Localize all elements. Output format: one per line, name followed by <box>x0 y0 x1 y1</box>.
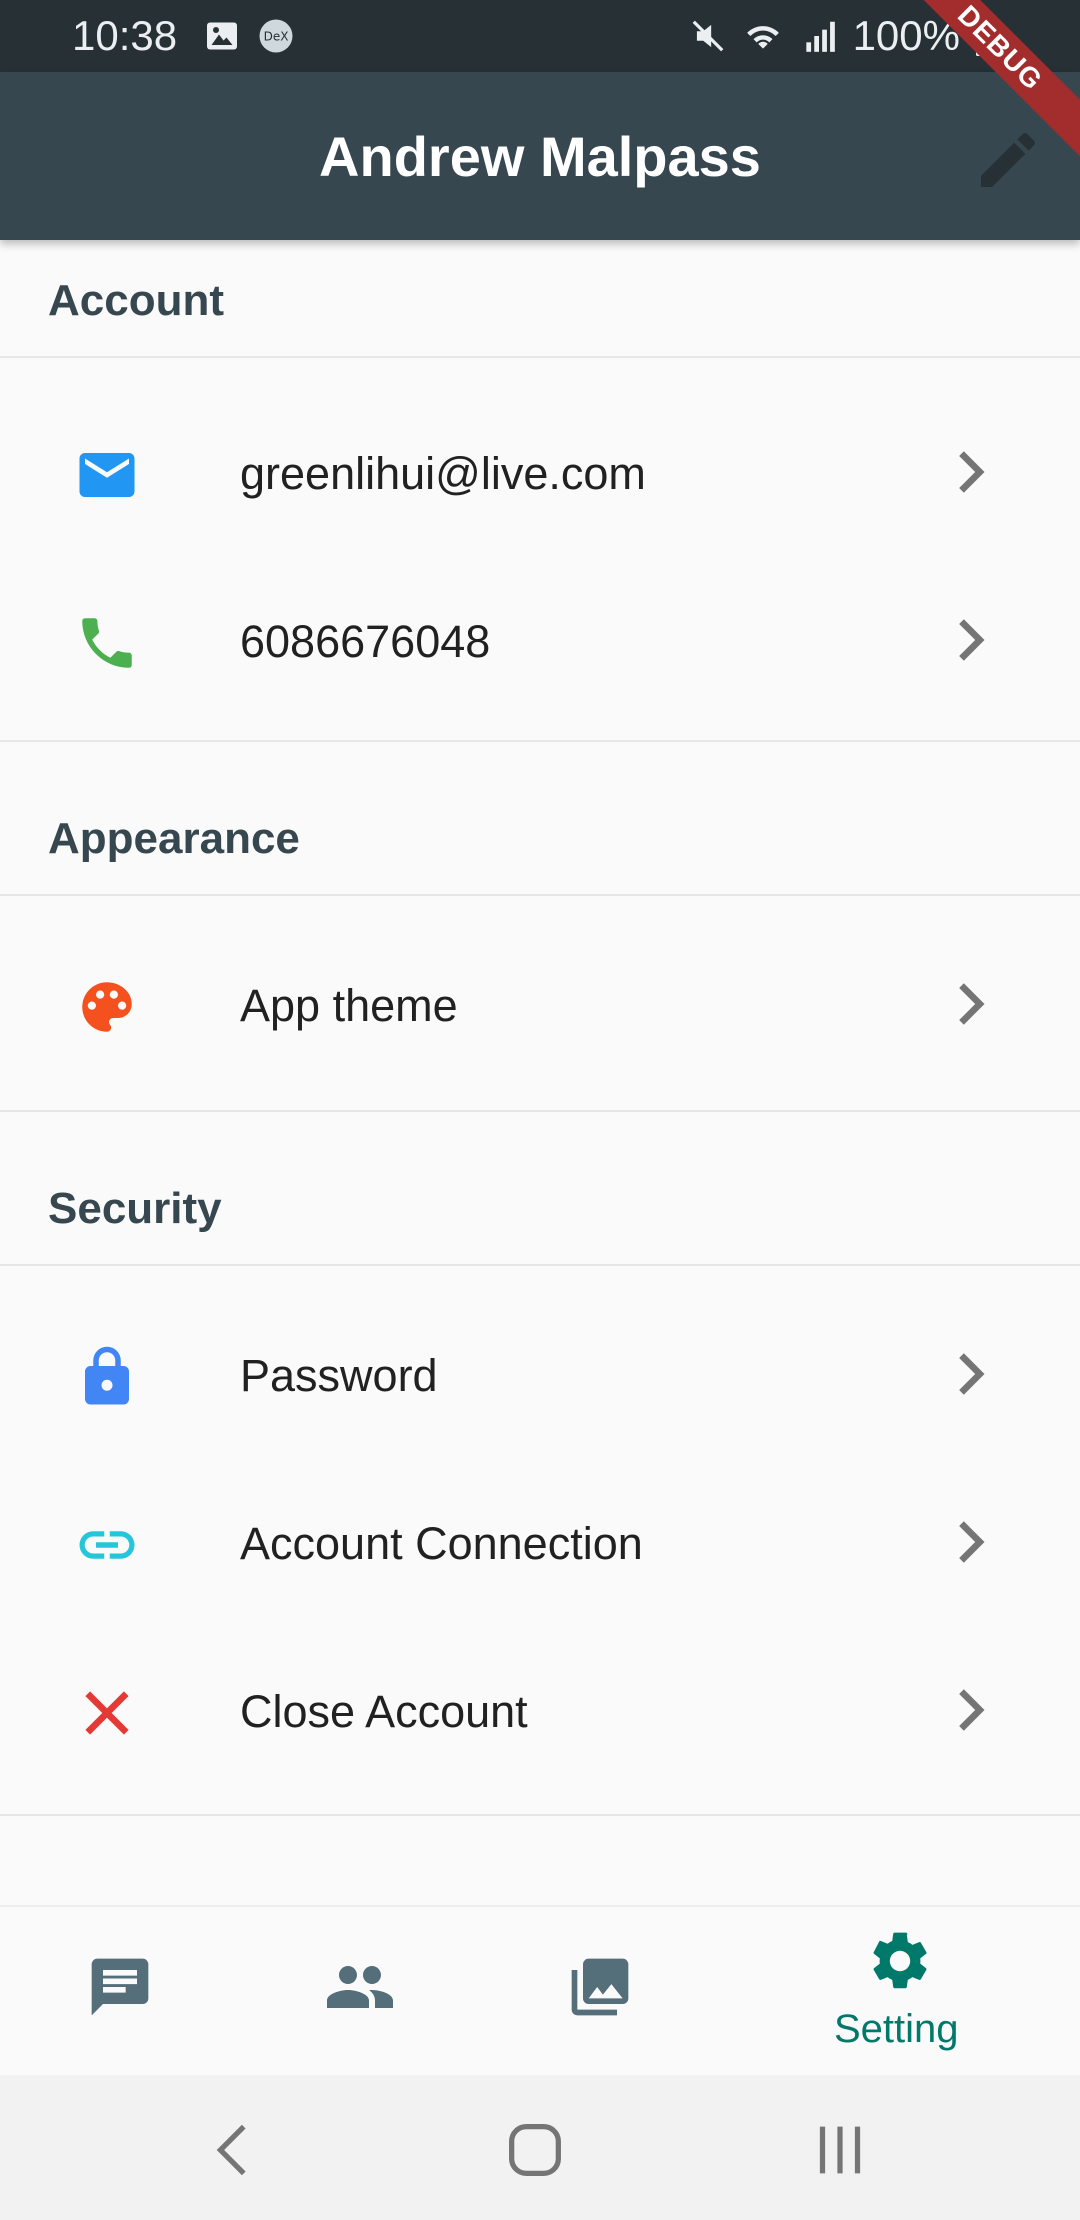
list-item-label: greenlihui@live.com <box>240 448 646 499</box>
dex-icon: DeX <box>259 19 293 53</box>
bottom-navigation: Setting <box>0 1905 1080 2077</box>
list-item-label: Close Account <box>240 1686 528 1737</box>
list-item-phone[interactable]: 6086676048 <box>0 556 1080 724</box>
chevron-right-icon <box>959 619 985 661</box>
chevron-right-icon <box>959 1353 985 1395</box>
section-title: Account <box>48 276 224 325</box>
nav-item-people[interactable] <box>300 1907 420 2077</box>
palette-icon <box>82 982 132 1032</box>
section-header-account: Account <box>0 240 1080 358</box>
image-icon <box>207 22 237 50</box>
list-item-label: App theme <box>240 980 458 1031</box>
section-title: Appearance <box>48 814 300 863</box>
section-title: Security <box>48 1184 222 1233</box>
link-icon <box>79 1531 135 1559</box>
phone-icon <box>82 618 132 668</box>
chevron-right-icon <box>959 1521 985 1563</box>
page-title: Andrew Malpass <box>319 125 761 188</box>
list-item-label: Account Connection <box>240 1518 643 1569</box>
list-item-label: 6086676048 <box>240 616 491 667</box>
app-bar: Andrew Malpass <box>0 72 1080 240</box>
status-time: 10:38 <box>72 12 178 59</box>
mute-icon <box>692 20 723 52</box>
settings-gear-icon <box>873 1932 927 1989</box>
recents-icon[interactable] <box>805 2115 875 2185</box>
status-left-icons: DeX <box>204 18 294 54</box>
people-icon <box>327 1966 393 2008</box>
system-navigation-bar <box>0 2075 1080 2220</box>
home-icon[interactable] <box>500 2115 570 2185</box>
svg-text:DeX: DeX <box>264 30 289 44</box>
list-item-app-theme[interactable]: App theme <box>0 920 1080 1088</box>
list-item-close-account[interactable]: Close Account <box>0 1626 1080 1794</box>
section-header-appearance: Appearance <box>0 742 1080 896</box>
mail-icon <box>79 453 135 497</box>
list-item-label: Password <box>240 1350 438 1401</box>
nav-item-photos[interactable] <box>540 1907 660 2077</box>
chevron-right-icon <box>959 1689 985 1731</box>
section-header-security: Security <box>0 1112 1080 1266</box>
status-bar: 10:38 DeX 100% <box>0 0 1080 72</box>
close-icon <box>85 1691 129 1735</box>
back-icon[interactable] <box>200 2115 270 2185</box>
list-item-account-connection[interactable]: Account Connection <box>0 1458 1080 1626</box>
nav-label-setting: Setting <box>834 2007 959 2051</box>
chat-icon <box>91 1958 149 2016</box>
list-item-password[interactable]: Password <box>0 1290 1080 1458</box>
chevron-right-icon <box>959 983 985 1025</box>
lock-icon <box>85 1346 129 1405</box>
list-item-email[interactable]: greenlihui@live.com <box>0 388 1080 556</box>
photo-library-icon <box>571 1958 629 2016</box>
wifi-icon <box>746 26 779 49</box>
pencil-icon[interactable] <box>972 124 1044 196</box>
chevron-right-icon <box>959 451 985 493</box>
settings-list: Account greenlihui@live.com 6086676048 A… <box>0 240 1080 1905</box>
section-divider <box>0 1814 1080 1816</box>
nav-item-chat[interactable] <box>60 1907 180 2077</box>
signal-icon <box>805 21 835 52</box>
